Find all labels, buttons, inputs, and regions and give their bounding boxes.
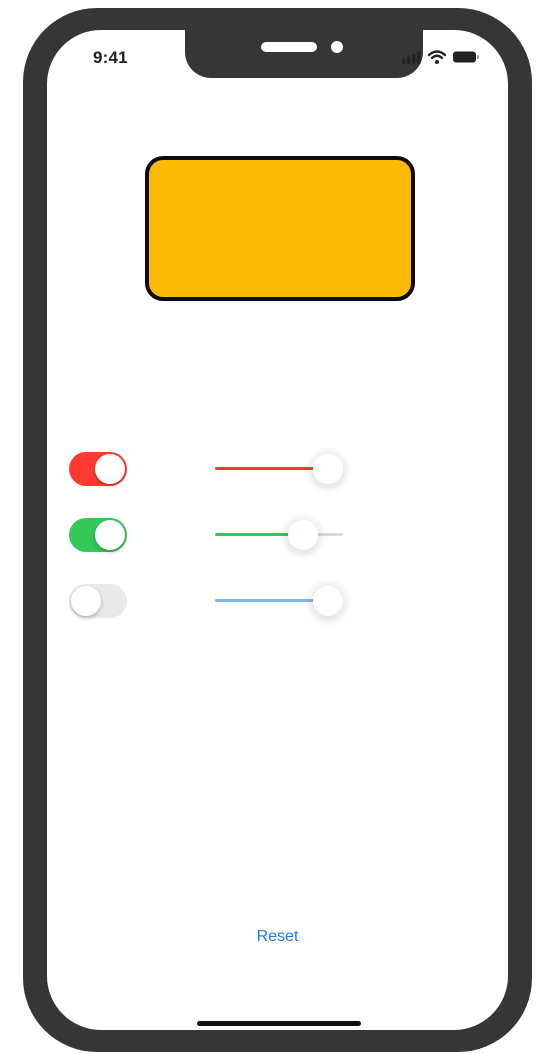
home-indicator <box>197 1021 361 1026</box>
status-icons <box>402 50 479 64</box>
toggle-knob <box>95 454 125 484</box>
red-slider[interactable] <box>215 452 343 486</box>
reset-button[interactable]: Reset <box>47 928 508 946</box>
cellular-signal-icon <box>402 51 421 64</box>
wifi-icon <box>427 50 447 64</box>
slider-thumb[interactable] <box>312 454 343 484</box>
status-time: 9:41 <box>93 48 128 67</box>
blue-toggle[interactable] <box>69 584 127 618</box>
slider-thumb[interactable] <box>312 586 343 616</box>
blue-slider[interactable] <box>215 584 343 618</box>
battery-icon <box>453 51 479 63</box>
red-toggle[interactable] <box>69 452 127 486</box>
slider-fill <box>215 599 328 602</box>
speaker <box>261 42 317 52</box>
toggle-knob <box>71 586 101 616</box>
camera <box>331 41 343 53</box>
phone-frame: 9:41 Reset <box>23 8 532 1052</box>
green-slider[interactable] <box>215 518 343 552</box>
notch <box>185 30 423 78</box>
color-preview-box <box>145 156 415 301</box>
screen: 9:41 Reset <box>47 30 508 1030</box>
toggle-knob <box>95 520 125 550</box>
slider-fill <box>215 467 328 470</box>
green-toggle[interactable] <box>69 518 127 552</box>
slider-thumb[interactable] <box>288 520 319 550</box>
